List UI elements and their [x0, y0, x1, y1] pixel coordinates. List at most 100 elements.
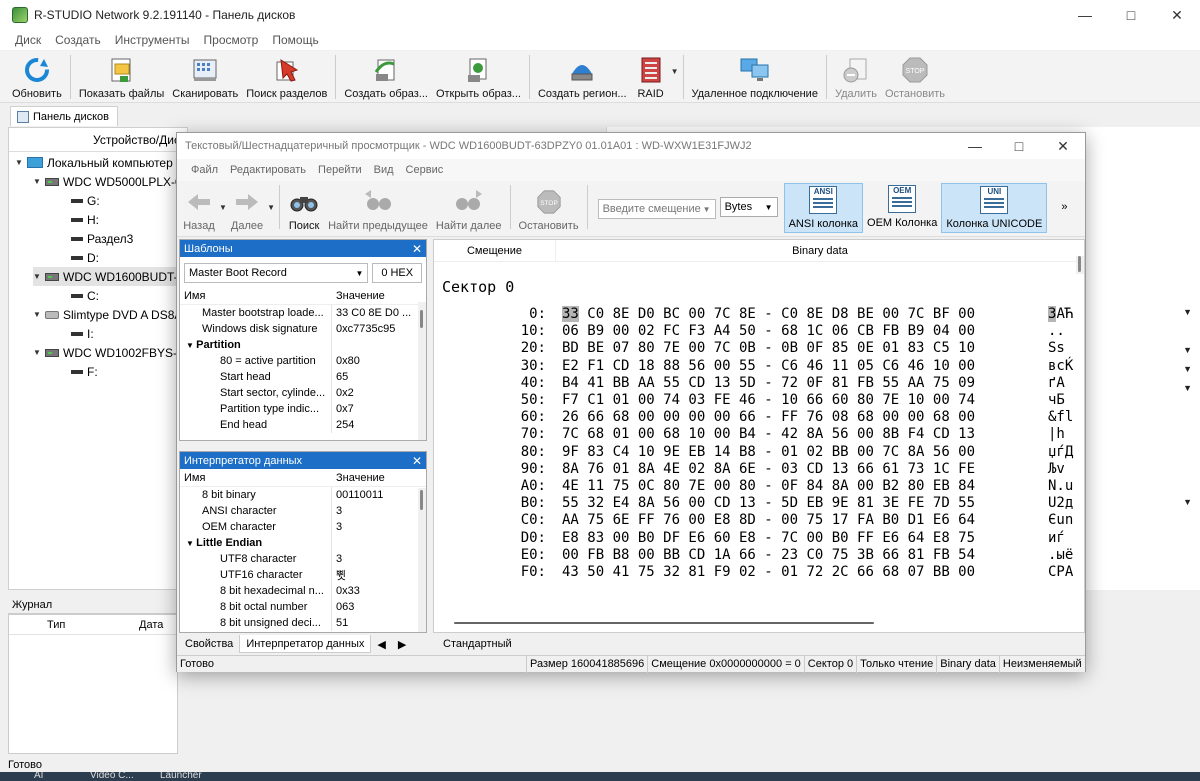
hex-bytes-first-half[interactable]: AA 75 6E FF 76 00 E8 8D: [562, 512, 756, 528]
grid-row[interactable]: UTF8 character 3: [180, 551, 426, 567]
hex-offset-button[interactable]: 0 HEX: [372, 263, 422, 283]
back-dropdown-arrow-icon[interactable]: ▼: [219, 203, 227, 212]
journal-col-type[interactable]: Тип: [9, 619, 99, 631]
tree-item-volume[interactable]: C:: [71, 286, 99, 305]
menu-file[interactable]: Файл: [185, 164, 224, 176]
menu-goto[interactable]: Перейти: [312, 164, 368, 176]
hex-row[interactable]: 0: 33 C0 8E D0 BC 00 7C 8E - C0 8E D8 BE …: [434, 306, 1084, 322]
dropdown-arrow-icon[interactable]: ▼: [1183, 383, 1192, 393]
forward-dropdown-arrow-icon[interactable]: ▼: [267, 203, 275, 212]
hex-row[interactable]: F0: 43 50 41 75 32 81 F9 02 - 01 72 2C 66…: [434, 564, 1084, 580]
hex-row[interactable]: B0: 55 32 E4 8A 56 00 CD 13 - 5D EB 9E 81…: [434, 495, 1084, 511]
hex-row[interactable]: D0: E8 83 00 B0 DF E6 60 E8 - 7C 00 B0 FF…: [434, 530, 1084, 546]
dropdown-arrow-icon[interactable]: ▼: [1183, 307, 1192, 317]
back-button[interactable]: Назад: [179, 181, 219, 235]
hex-bytes-second-half[interactable]: 0B 0F 85 0E 01 83 C5 10: [781, 340, 975, 356]
grid-row[interactable]: Master bootstrap loade... 33 C0 8E D0 ...: [180, 305, 426, 321]
hex-bytes-first-half[interactable]: E8 83 00 B0 DF E6 60 E8: [562, 530, 756, 546]
tree-item-volume[interactable]: F:: [71, 362, 98, 381]
tab-standard-mode[interactable]: Стандартный: [435, 635, 520, 653]
hex-stop-button[interactable]: STOP Остановить: [515, 181, 583, 235]
hex-bytes-second-half[interactable]: 23 C0 75 3B 66 81 FB 54: [781, 547, 975, 563]
create-image-button[interactable]: Создать образ...: [340, 51, 432, 101]
tab-properties[interactable]: Свойства: [179, 635, 239, 653]
hex-bytes-first-half[interactable]: 00 FB B8 00 BB CD 1A 66: [562, 547, 756, 563]
dropdown-arrow-icon[interactable]: ▼: [1183, 497, 1192, 507]
hex-bytes-second-half[interactable]: 01 72 2C 66 68 07 BB 00: [781, 564, 975, 580]
hex-row-bytes[interactable]: 06 B9 00 02 FC F3 A4 50 - 68 1C 06 CB FB…: [562, 323, 975, 339]
stop-button[interactable]: STOP Остановить: [881, 51, 949, 101]
raid-dropdown-arrow-icon[interactable]: ▼: [671, 67, 679, 76]
tree-item-volume[interactable]: Раздел3: [71, 229, 133, 248]
hex-row[interactable]: 80: 9F 83 C4 10 9E EB 14 B8 - 01 02 BB 00…: [434, 444, 1084, 460]
hex-row-bytes[interactable]: 00 FB B8 00 BB CD 1A 66 - 23 C0 75 3B 66…: [562, 547, 975, 563]
unit-select[interactable]: Bytes ▼: [719, 197, 778, 217]
hex-row-ascii[interactable]: ..: [1048, 323, 1065, 339]
hex-col-offset[interactable]: Смещение: [434, 240, 556, 262]
taskbar-item[interactable]: AI: [34, 772, 43, 781]
close-button[interactable]: ✕: [1154, 0, 1200, 30]
hex-row-bytes[interactable]: E2 F1 CD 18 88 56 00 55 - C6 46 11 05 C6…: [562, 358, 975, 374]
close-icon[interactable]: ✕: [412, 454, 422, 468]
tree-item-disk-selected[interactable]: ▼ WDC WD1600BUDT-6: [33, 267, 187, 286]
collapse-icon[interactable]: ▼: [33, 272, 45, 281]
hex-row-bytes[interactable]: 33 C0 8E D0 BC 00 7C 8E - C0 8E D8 BE 00…: [562, 306, 975, 322]
collapse-icon[interactable]: ▼: [186, 539, 196, 548]
hex-row-bytes[interactable]: 9F 83 C4 10 9E EB 14 B8 - 01 02 BB 00 7C…: [562, 444, 975, 460]
hex-bytes-second-half[interactable]: 7C 00 B0 FF E6 64 E8 75: [781, 530, 975, 546]
grid-row[interactable]: OEM character 3: [180, 519, 426, 535]
hex-row-bytes[interactable]: BD BE 07 80 7E 00 7C 0B - 0B 0F 85 0E 01…: [562, 340, 975, 356]
hex-bytes-second-half[interactable]: 5D EB 9E 81 3E FE 7D 55: [781, 495, 975, 511]
hex-bytes-first-half[interactable]: B4 41 BB AA 55 CD 13 5D: [562, 375, 756, 391]
hex-row-bytes[interactable]: 8A 76 01 8A 4E 02 8A 6E - 03 CD 13 66 61…: [562, 461, 975, 477]
ascii-cursor-char[interactable]: 3: [1048, 306, 1057, 322]
hex-view[interactable]: Смещение Binary data Сектор 0 0: 33 C0 8E…: [433, 239, 1085, 633]
hex-row[interactable]: 40: B4 41 BB AA 55 CD 13 5D - 72 0F 81 FB…: [434, 375, 1084, 391]
hex-row[interactable]: E0: 00 FB B8 00 BB CD 1A 66 - 23 C0 75 3B…: [434, 547, 1084, 563]
hex-row-bytes[interactable]: AA 75 6E FF 76 00 E8 8D - 00 75 17 FA B0…: [562, 512, 975, 528]
templates-col-value[interactable]: Значение: [332, 290, 385, 302]
collapse-icon[interactable]: ▼: [33, 348, 45, 357]
grid-row[interactable]: UTF16 character 쀳: [180, 567, 426, 583]
hex-maximize-button[interactable]: □: [997, 133, 1041, 159]
hex-bytes-first-half[interactable]: 8A 76 01 8A 4E 02 8A 6E: [562, 461, 756, 477]
collapse-icon[interactable]: ▼: [15, 158, 27, 167]
find-previous-button[interactable]: Найти предыдущее: [324, 181, 432, 235]
hex-row-ascii[interactable]: 3AЋ: [1048, 306, 1073, 322]
hex-row-ascii[interactable]: CPA: [1048, 564, 1073, 580]
menu-help[interactable]: Помощь: [265, 33, 325, 47]
hex-row-bytes[interactable]: 4E 11 75 0C 80 7E 00 80 - 0F 84 8A 00 B2…: [562, 478, 975, 494]
hex-bytes-first-half[interactable]: 9F 83 C4 10 9E EB 14 B8: [562, 444, 756, 460]
hex-row-ascii[interactable]: &fl: [1048, 409, 1073, 425]
hex-row-ascii[interactable]: Єun: [1048, 512, 1073, 528]
collapse-icon[interactable]: ▼: [186, 341, 196, 350]
collapse-icon[interactable]: ▼: [33, 310, 45, 319]
grid-row[interactable]: 8 bit hexadecimal n... 0x33: [180, 583, 426, 599]
interpreter-col-name[interactable]: Имя: [180, 472, 332, 484]
hex-bytes-second-half[interactable]: 68 1C 06 CB FB B9 04 00: [781, 323, 975, 339]
hex-row[interactable]: 30: E2 F1 CD 18 88 56 00 55 - C6 46 11 05…: [434, 358, 1084, 374]
hex-bytes-first-half[interactable]: 33 C0 8E D0 BC 00 7C 8E: [562, 306, 756, 322]
hex-row[interactable]: 60: 26 66 68 00 00 00 00 66 - FF 76 08 68…: [434, 409, 1084, 425]
chevron-down-icon[interactable]: ▼: [703, 205, 711, 214]
grid-row[interactable]: Windows disk signature 0xc7735c95: [180, 321, 426, 337]
hex-row-ascii[interactable]: |h: [1048, 426, 1065, 442]
menu-view[interactable]: Просмотр: [197, 33, 266, 47]
interpreter-col-value[interactable]: Значение: [332, 472, 385, 484]
tabs-scroll-right-icon[interactable]: ▶: [392, 635, 412, 653]
hex-minimize-button[interactable]: —: [953, 133, 997, 159]
dropdown-arrow-icon[interactable]: ▼: [1183, 364, 1192, 374]
hex-row-ascii[interactable]: всЌ: [1048, 358, 1073, 374]
templates-col-name[interactable]: Имя: [180, 290, 332, 302]
hex-row[interactable]: C0: AA 75 6E FF 76 00 E8 8D - 00 75 17 FA…: [434, 512, 1084, 528]
hex-bytes-first-half[interactable]: E2 F1 CD 18 88 56 00 55: [562, 358, 756, 374]
hex-bytes-first-half[interactable]: 26 66 68 00 00 00 00 66: [562, 409, 756, 425]
hex-bytes-first-half[interactable]: 55 32 E4 8A 56 00 CD 13: [562, 495, 756, 511]
grid-row[interactable]: Start head 65: [180, 369, 426, 385]
hex-row-ascii[interactable]: чБ: [1048, 392, 1065, 408]
remote-connection-button[interactable]: Удаленное подключение: [688, 51, 822, 101]
hex-row-ascii[interactable]: џѓД: [1048, 444, 1073, 460]
hex-row-ascii[interactable]: Љv: [1048, 461, 1065, 477]
menu-service[interactable]: Сервис: [400, 164, 450, 176]
grid-row[interactable]: 80 = active partition 0x80: [180, 353, 426, 369]
